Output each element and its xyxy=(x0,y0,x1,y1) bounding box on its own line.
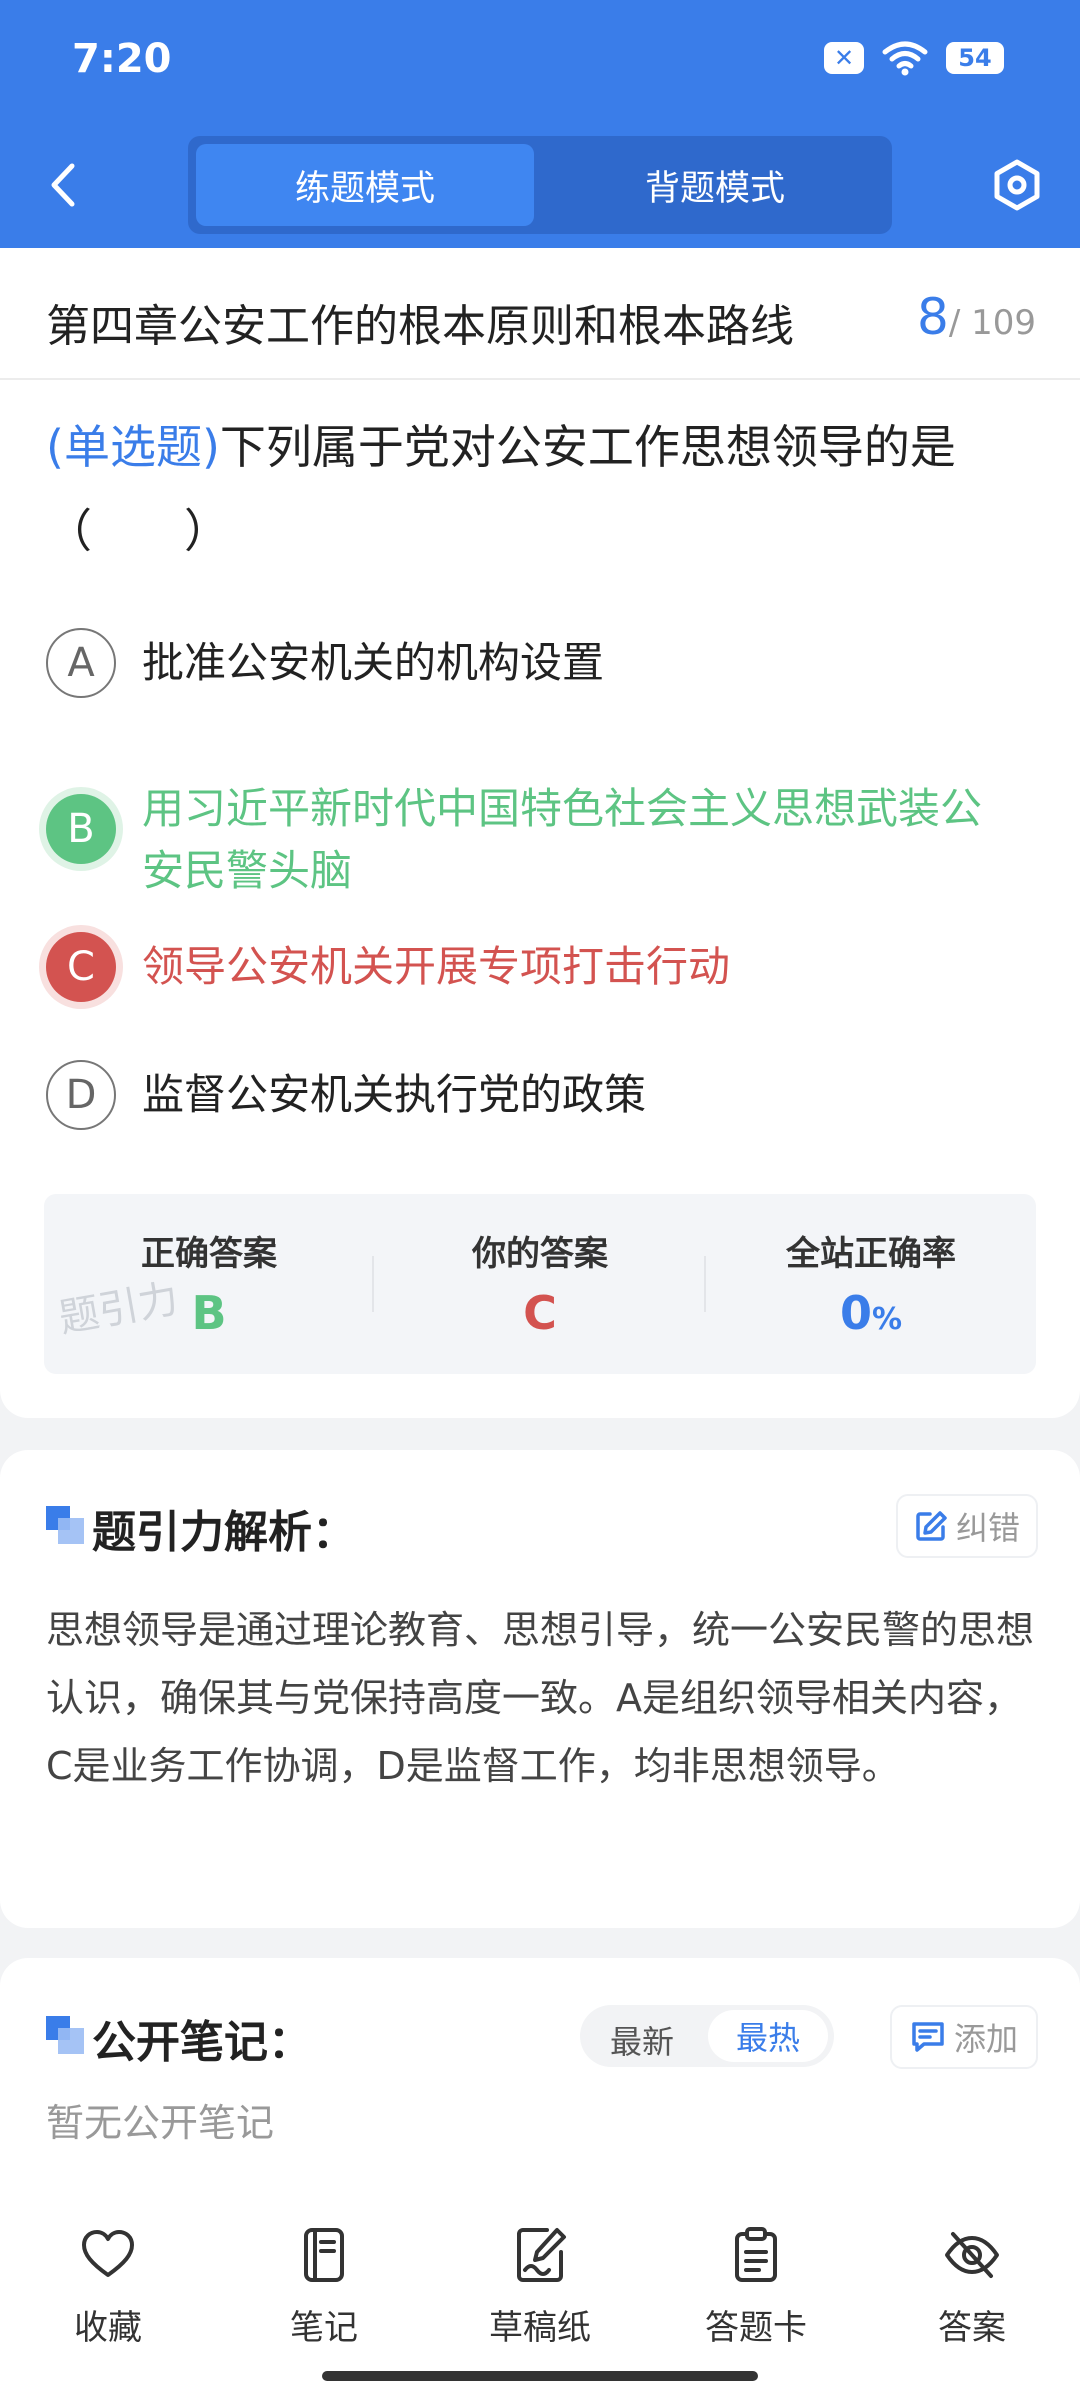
nav-label: 草稿纸 xyxy=(489,2308,591,2348)
option-d[interactable]: D 监督公安机关执行党的政策 xyxy=(46,1060,1022,1130)
section-icon xyxy=(46,1506,84,1544)
option-text: 批准公安机关的机构设置 xyxy=(142,638,605,687)
accuracy-number: 0 xyxy=(839,1286,872,1340)
tab-memorize-mode[interactable]: 背题模式 xyxy=(546,144,884,226)
question-text: (单选题)下列属于党对公安工作思想领导的是（ ） xyxy=(46,405,1036,573)
section-icon xyxy=(46,2016,84,2054)
status-icons: ✕ 54 xyxy=(824,40,1004,76)
notebook-icon xyxy=(304,2228,344,2282)
tab-practice-mode[interactable]: 练题模式 xyxy=(196,144,534,226)
status-time: 7:20 xyxy=(72,36,172,82)
accuracy-value: 0% xyxy=(706,1286,1036,1340)
question-counter: 8/ 109 xyxy=(917,288,1036,346)
mode-switch: 练题模式 背题模式 xyxy=(188,136,892,234)
no-notes-text: 暂无公开笔记 xyxy=(46,2101,275,2145)
accuracy-unit: % xyxy=(871,1302,903,1337)
nav-favorite[interactable]: 收藏 xyxy=(23,2226,193,2349)
nav-label: 笔记 xyxy=(290,2308,358,2348)
draft-icon xyxy=(517,2228,566,2282)
correct-answer-label: 正确答案 xyxy=(141,1234,277,1274)
analysis-title: 题引力解析： xyxy=(92,1507,356,1558)
option-text: 监督公安机关执行党的政策 xyxy=(142,1070,647,1119)
comment-icon xyxy=(912,2022,944,2052)
your-answer-value: C xyxy=(523,1286,557,1340)
nav-draft[interactable]: 草稿纸 xyxy=(455,2226,625,2349)
option-text: 用习近平新时代中国特色社会主义思想武装公安民警头脑 xyxy=(142,784,983,895)
accuracy-label: 全站正确率 xyxy=(786,1234,956,1274)
answer-card-icon xyxy=(735,2227,777,2282)
your-answer-col: 你的答案 C xyxy=(375,1194,705,1374)
option-letter: C xyxy=(46,932,116,1002)
option-letter: D xyxy=(46,1060,116,1130)
heart-icon xyxy=(82,2230,134,2277)
eye-off-icon xyxy=(945,2232,999,2278)
top-header: 7:20 ✕ 54 练题模式 背题模式 xyxy=(0,0,1080,248)
analysis-text: 思想领导是通过理论教育、思想引导，统一公安民警的思想认识，确保其与党保持高度一致… xyxy=(46,1608,1035,1788)
accuracy-col: 全站正确率 0% xyxy=(706,1194,1036,1374)
notes-sort-switch: 最新 最热 xyxy=(580,2005,834,2067)
sort-hot[interactable]: 最热 xyxy=(708,2010,828,2062)
nav-label: 答题卡 xyxy=(705,2308,807,2348)
add-note-label: 添加 xyxy=(953,2020,1018,2058)
notification-icon: ✕ xyxy=(824,42,864,74)
chapter-title: 第四章公安工作的根本原则和根本路线 xyxy=(46,301,794,352)
total-count: / 109 xyxy=(948,303,1036,343)
question-type-tag: (单选题) xyxy=(46,420,220,474)
add-note-button[interactable]: 添加 xyxy=(890,2005,1038,2069)
back-arrow-icon[interactable] xyxy=(44,160,84,210)
report-error-button[interactable]: 纠错 xyxy=(896,1494,1038,1558)
edit-icon xyxy=(916,1511,947,1541)
option-a[interactable]: A 批准公安机关的机构设置 xyxy=(46,628,1022,698)
your-answer-label: 你的答案 xyxy=(472,1234,608,1274)
nav-label: 收藏 xyxy=(74,2308,142,2348)
report-error-label: 纠错 xyxy=(955,1509,1020,1547)
settings-icon[interactable] xyxy=(990,158,1044,212)
option-text: 领导公安机关开展专项打击行动 xyxy=(142,942,731,991)
notes-title: 公开笔记： xyxy=(92,2017,312,2068)
divider xyxy=(372,1256,374,1312)
battery-icon: 54 xyxy=(946,42,1004,74)
answer-summary: 正确答案 B 你的答案 C 全站正确率 0% 题引力 xyxy=(44,1194,1036,1374)
wifi-icon xyxy=(882,41,928,76)
notes-card xyxy=(0,1958,1080,2220)
option-letter: B xyxy=(46,794,116,864)
home-indicator[interactable] xyxy=(322,2371,758,2381)
nav-notes[interactable]: 笔记 xyxy=(239,2226,409,2349)
option-b[interactable]: B 用习近平新时代中国特色社会主义思想武装公安民警头脑 xyxy=(46,778,1002,902)
nav-label: 答案 xyxy=(938,2308,1006,2348)
nav-answer[interactable]: 答案 xyxy=(887,2226,1057,2349)
nav-answer-card[interactable]: 答题卡 xyxy=(671,2226,841,2349)
option-c[interactable]: C 领导公安机关开展专项打击行动 xyxy=(46,932,1022,1002)
sort-latest[interactable]: 最新 xyxy=(610,2017,674,2063)
option-letter: A xyxy=(46,628,116,698)
divider xyxy=(0,378,1080,380)
current-index: 8 xyxy=(917,288,949,346)
